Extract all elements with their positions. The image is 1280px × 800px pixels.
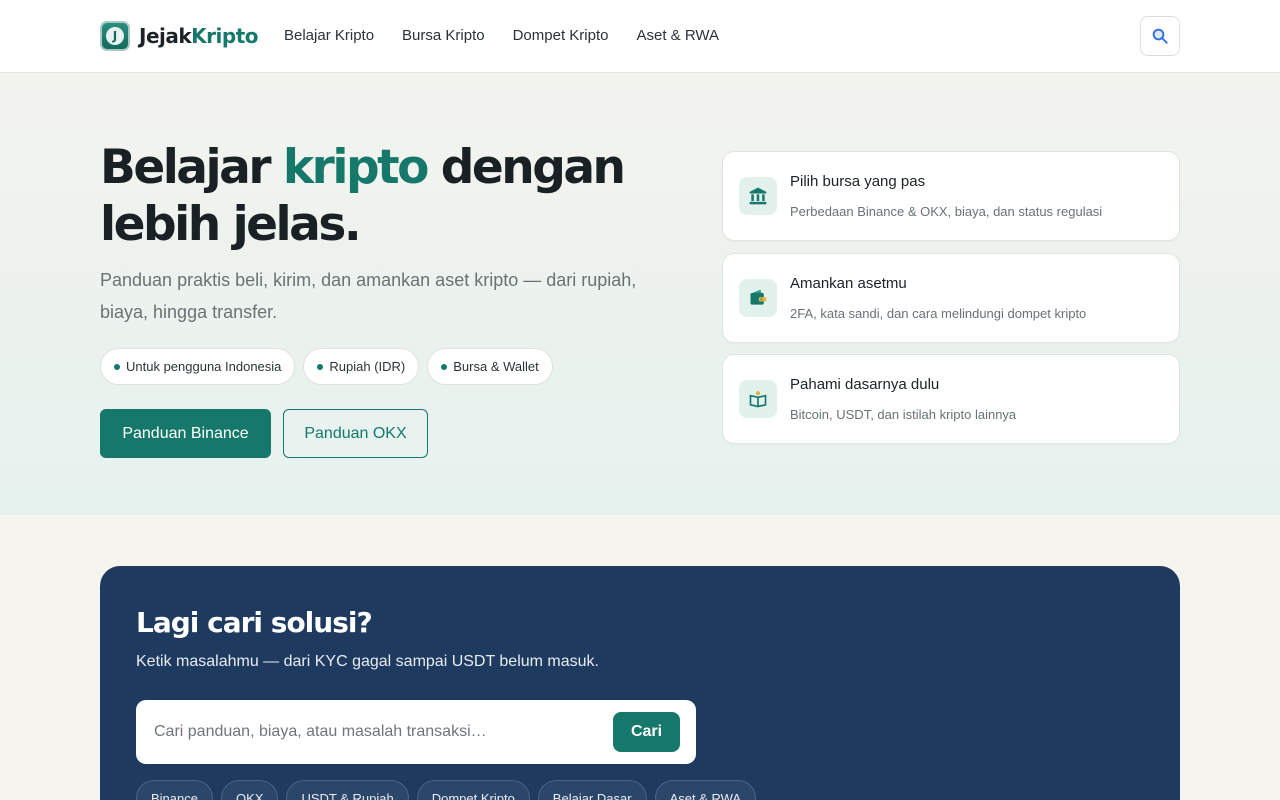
pill-dot (317, 363, 324, 370)
pill-dot (114, 363, 120, 370)
hero-title-accent: kripto (282, 140, 429, 195)
search-panel-title: Lagi cari solusi? (136, 606, 373, 639)
hero-pills: Untuk pengguna Indonesia Rupiah (IDR) Bu… (100, 348, 553, 385)
hero-title: Belajar kripto dengan lebih jelas. (100, 139, 700, 253)
search-tags: Binance OKX USDT & Rupiah Dompet Kripto … (136, 780, 757, 800)
tag-okx[interactable]: OKX (220, 780, 279, 800)
panduan-okx-button[interactable]: Panduan OKX (283, 409, 428, 458)
search-box: Cari (136, 700, 696, 764)
search-icon (1152, 28, 1168, 44)
logo-text-part2: Kripto (191, 24, 259, 48)
hero-section: Belajar kripto dengan lebih jelas. Pandu… (0, 73, 1280, 515)
wallet-icon (739, 279, 777, 317)
search-panel-subtitle: Ketik masalahmu — dari KYC gagal sampai … (136, 653, 599, 670)
tag-dompet-kripto[interactable]: Dompet Kripto (416, 780, 530, 800)
pill-rupiah: Rupiah (IDR) (303, 348, 420, 385)
main-nav: Belajar Kripto Bursa Kripto Dompet Kript… (284, 27, 719, 44)
tag-aset-rwa[interactable]: Aset & RWA (654, 780, 757, 800)
search-panel: Lagi cari solusi? Ketik masalahmu — dari… (100, 566, 1180, 800)
book-icon (739, 380, 777, 418)
card-pahami-dasar[interactable]: Pahami dasarnya dulu Bitcoin, USDT, dan … (722, 354, 1180, 444)
bank-icon (739, 177, 777, 215)
site-header: J JejakKripto Belajar Kripto Bursa Kript… (0, 0, 1280, 73)
card-title: Pahami dasarnya dulu (790, 376, 940, 393)
hero-subtitle: Panduan praktis beli, kirim, dan amankan… (100, 270, 637, 322)
panduan-binance-button[interactable]: Panduan Binance (100, 409, 271, 458)
nav-link-bursa-kripto[interactable]: Bursa Kripto (402, 27, 485, 44)
card-title: Amankan asetmu (790, 275, 907, 292)
pill-label: Rupiah (IDR) (329, 359, 406, 374)
tag-binance[interactable]: Binance (136, 780, 213, 800)
nav-link-dompet-kripto[interactable]: Dompet Kripto (513, 27, 609, 44)
card-description: Perbedaan Binance & OKX, biaya, dan stat… (790, 204, 1103, 219)
nav-link-belajar-kripto[interactable]: Belajar Kripto (284, 27, 374, 44)
logo-text-part1: Jejak (139, 24, 192, 48)
pill-label: Bursa & Wallet (453, 359, 539, 374)
search-submit-button[interactable]: Cari (613, 712, 680, 752)
search-input[interactable] (154, 712, 594, 752)
card-description: Bitcoin, USDT, dan istilah kripto lainny… (790, 407, 1017, 422)
logo-mark-icon: J (100, 21, 130, 51)
nav-link-aset-rwa[interactable]: Aset & RWA (636, 27, 719, 44)
header-search-button[interactable] (1140, 16, 1180, 56)
pill-pengguna-indonesia: Untuk pengguna Indonesia (100, 348, 296, 385)
site-logo[interactable]: J JejakKripto (100, 20, 259, 52)
card-amankan-aset[interactable]: Amankan asetmu 2FA, kata sandi, dan cara… (722, 253, 1180, 343)
pill-label: Untuk pengguna Indonesia (126, 359, 282, 374)
pill-dot (441, 363, 448, 370)
logo-mark-letter: J (106, 27, 124, 45)
card-title: Pilih bursa yang pas (790, 173, 926, 190)
hero-title-part1: Belajar (100, 140, 283, 195)
tag-usdt-rupiah[interactable]: USDT & Rupiah (286, 780, 409, 800)
tag-belajar-dasar[interactable]: Belajar Dasar (537, 780, 647, 800)
card-description: 2FA, kata sandi, dan cara melindungi dom… (790, 306, 1087, 321)
card-pilih-bursa[interactable]: Pilih bursa yang pas Perbedaan Binance &… (722, 151, 1180, 241)
pill-bursa-wallet: Bursa & Wallet (427, 348, 553, 385)
logo-text: JejakKripto (139, 24, 259, 48)
